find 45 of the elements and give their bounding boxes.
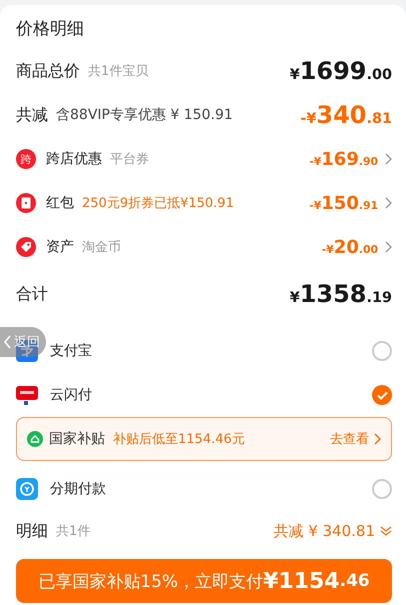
expand-icon[interactable] [380, 525, 392, 537]
payment-method-label: 云闪付 [50, 386, 92, 404]
envelope-icon [16, 193, 36, 213]
row-label: 合计 [16, 284, 48, 304]
saving-text: 共减 ¥ 340.81 [273, 522, 375, 540]
row-label: 资产 [46, 238, 74, 256]
chevron-right-icon [384, 241, 392, 253]
row-label: 跨店优惠 [46, 150, 102, 168]
price-text: ¥1358.19 [290, 280, 392, 308]
row-note: 淘金币 [82, 239, 121, 256]
view-link[interactable]: 去查看 [330, 430, 381, 448]
payment-app-icon [16, 384, 38, 406]
price-text: -¥340.81 [300, 101, 392, 129]
price-text: ¥1699.00 [290, 57, 392, 85]
chevron-right-icon [373, 433, 381, 445]
chevron-right-icon [384, 197, 392, 209]
row-note: 共1件宝贝 [88, 63, 148, 80]
discount-badge-icon: 跨 [16, 149, 36, 169]
installment-icon [16, 478, 38, 500]
payment-method-label: 支付宝 [50, 342, 92, 360]
row-note: 含88VIP专享优惠 ¥ 150.91 [56, 106, 233, 124]
subsidy-text: 补贴后低至1154.46元 [113, 431, 245, 448]
row-note: 平台券 [110, 151, 149, 168]
radio-button[interactable] [372, 479, 392, 499]
row-label: 红包 [46, 194, 74, 212]
radio-button[interactable] [372, 341, 392, 361]
tag-icon [16, 237, 36, 257]
row-label: 商品总价 [16, 60, 80, 82]
payment-method-label: 分期付款 [50, 480, 106, 498]
chevron-right-icon [384, 153, 392, 165]
radio-button[interactable] [372, 385, 392, 405]
home-icon [27, 431, 43, 447]
check-icon [376, 390, 388, 400]
back-button[interactable]: 返回 [0, 327, 46, 357]
price-text: -¥20.00 [322, 236, 378, 258]
row-label: 共减 [16, 104, 48, 126]
subsidy-label: 国家补贴 [49, 430, 105, 448]
row-note: 250元9折券已抵¥150.91 [82, 195, 234, 212]
row-label: 明细 [16, 520, 48, 542]
price-text: -¥169.90 [309, 148, 378, 170]
section-title: 价格明细 [16, 18, 85, 40]
pay-button[interactable]: 已享国家补贴15%，立即支付¥1154.46 [16, 559, 392, 603]
price-text: -¥150.91 [309, 192, 378, 214]
chevron-left-icon [3, 335, 12, 349]
row-note: 共1件 [56, 523, 90, 540]
